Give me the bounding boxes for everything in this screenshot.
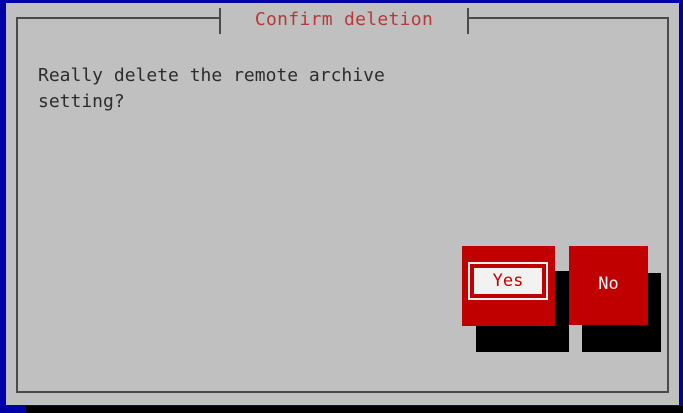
confirm-dialog: Confirm deletion Really delete the remot… <box>6 3 679 405</box>
no-button[interactable]: No <box>569 246 648 325</box>
terminal-screen: Confirm deletion Really delete the remot… <box>0 0 683 413</box>
dialog-shadow <box>26 406 683 413</box>
dialog-message: Really delete the remote archive setting… <box>38 65 385 112</box>
no-button-label: No <box>598 274 619 294</box>
yes-button-label: Yes <box>474 268 542 294</box>
yes-button[interactable]: Yes <box>462 246 555 326</box>
dialog-title: Confirm deletion <box>254 9 434 30</box>
dialog-title-box: Confirm deletion <box>219 8 469 34</box>
